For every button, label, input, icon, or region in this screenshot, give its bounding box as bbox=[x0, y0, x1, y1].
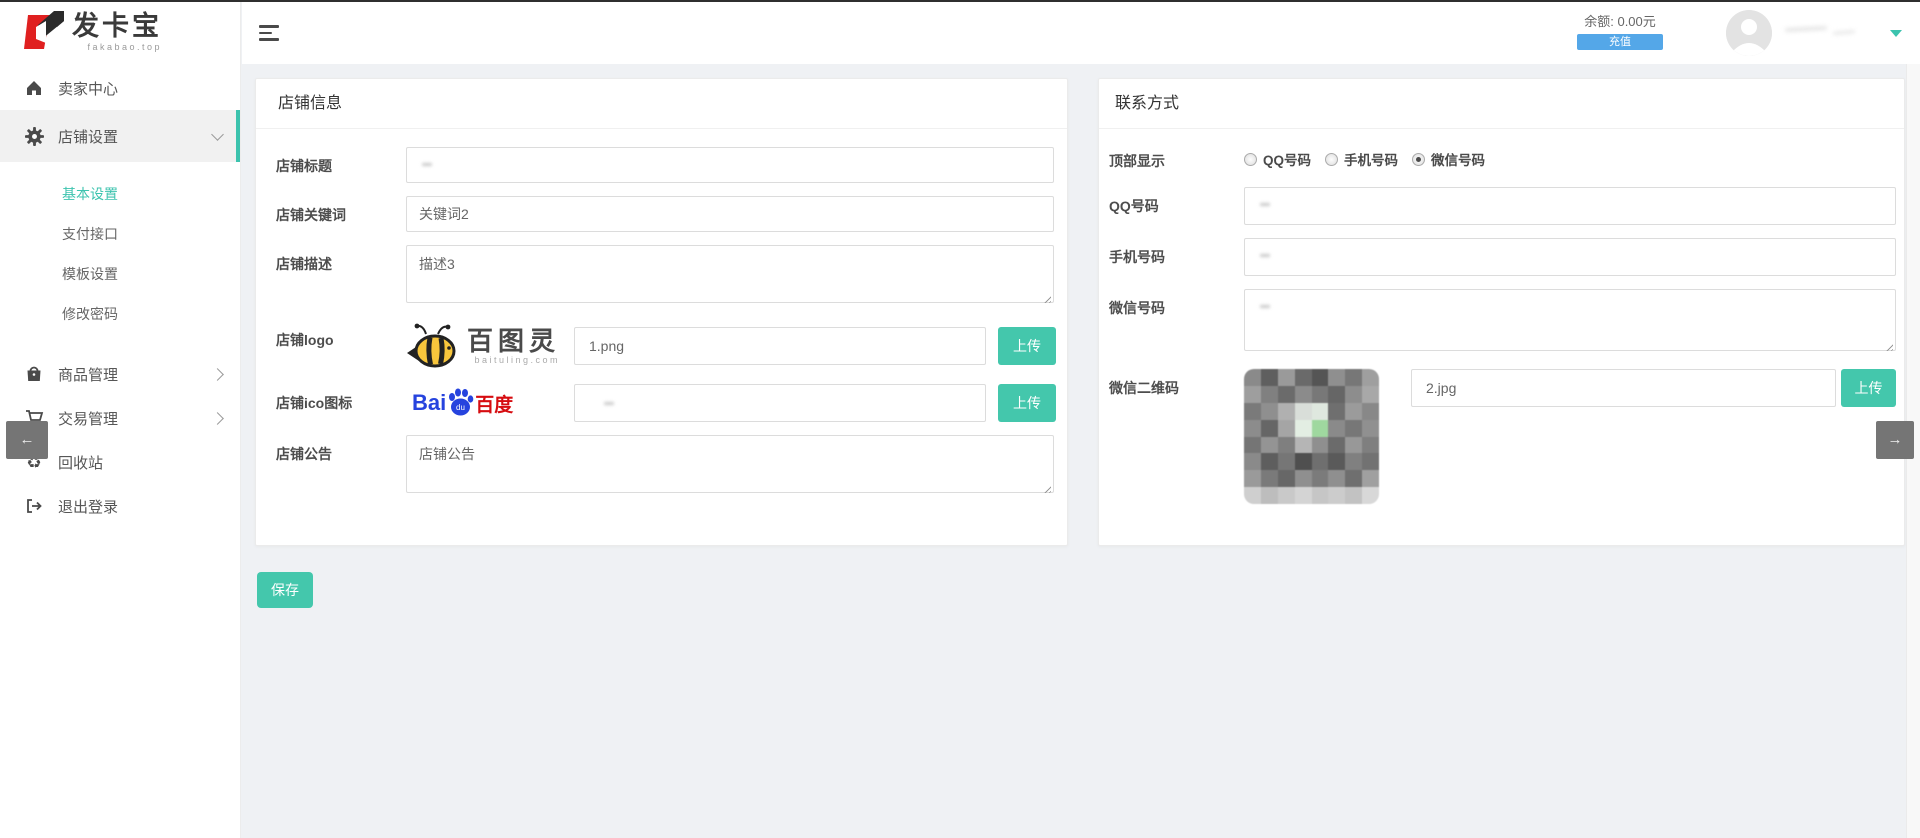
balance-box: 余额: 0.00元 充值 bbox=[1575, 11, 1665, 50]
shop-card-title: 店铺信息 bbox=[256, 79, 1067, 129]
brand-logo[interactable]: 发卡宝 fakabao.top bbox=[0, 0, 240, 62]
username-text bbox=[1785, 24, 1865, 38]
shop-logo-filename-input[interactable] bbox=[574, 327, 986, 365]
topbar: 余额: 0.00元 充值 bbox=[242, 2, 1920, 64]
radio-wechat[interactable] bbox=[1412, 153, 1425, 166]
brand-logo-icon bbox=[24, 9, 64, 53]
chevron-down-icon bbox=[211, 128, 224, 141]
arrow-left-icon: ← bbox=[20, 431, 35, 448]
qq-number-row: QQ号码 bbox=[1109, 187, 1896, 225]
shop-ico-filename-input[interactable] bbox=[574, 384, 986, 422]
sidebar: 发卡宝 fakabao.top 卖家中心 bbox=[0, 0, 241, 838]
brand-domain: fakabao.top bbox=[72, 42, 162, 52]
upload-qrcode-button[interactable]: 上传 bbox=[1841, 369, 1896, 407]
shop-description-textarea[interactable]: 描述3 bbox=[406, 245, 1054, 303]
top-display-row: 顶部显示 QQ号码 手机号码 微信号码 bbox=[1109, 145, 1896, 171]
sidebar-item-seller-center[interactable]: 卖家中心 bbox=[0, 66, 240, 110]
sidebar-subitem-template-settings[interactable]: 模板设置 bbox=[0, 254, 240, 294]
qq-number-input[interactable] bbox=[1244, 187, 1896, 225]
sidebar-item-label: 回收站 bbox=[58, 452, 222, 473]
radio-wechat-label[interactable]: 微信号码 bbox=[1431, 149, 1485, 169]
wechat-qrcode-label: 微信二维码 bbox=[1109, 369, 1244, 504]
sidebar-item-label: 卖家中心 bbox=[58, 78, 222, 99]
shop-info-card: 店铺信息 店铺标题 店铺关键词 店铺描述 描述3 bbox=[255, 78, 1068, 546]
shop-keywords-input[interactable] bbox=[406, 196, 1054, 232]
radio-phone[interactable] bbox=[1325, 153, 1338, 166]
svg-text:du: du bbox=[456, 403, 465, 412]
sidebar-subitem-basic-settings[interactable]: 基本设置 bbox=[0, 174, 240, 214]
phone-number-input[interactable] bbox=[1244, 238, 1896, 276]
window-top-border bbox=[0, 0, 1920, 2]
home-icon bbox=[24, 78, 44, 98]
logout-icon bbox=[24, 496, 44, 516]
balance-text: 余额: 0.00元 bbox=[1575, 11, 1665, 30]
baituling-name: 百图灵 bbox=[467, 327, 560, 355]
wechat-qrcode-image bbox=[1244, 369, 1379, 504]
sidebar-item-label: 商品管理 bbox=[58, 364, 213, 385]
avatar-person-icon bbox=[1726, 10, 1772, 56]
menu-toggle-button[interactable] bbox=[259, 25, 281, 42]
shop-ico-row: 店铺ico图标 Bai du bbox=[276, 384, 1054, 422]
recharge-button[interactable]: 充值 bbox=[1577, 34, 1663, 50]
contact-card-title: 联系方式 bbox=[1099, 79, 1904, 129]
brand-name: 发卡宝 bbox=[72, 11, 162, 41]
wechat-number-label: 微信号码 bbox=[1109, 289, 1244, 356]
shop-title-row: 店铺标题 bbox=[276, 147, 1054, 183]
shop-title-input[interactable] bbox=[406, 147, 1054, 183]
top-display-label: 顶部显示 bbox=[1109, 145, 1244, 171]
baidu-bai-text: Bai bbox=[412, 390, 446, 416]
shop-description-label: 店铺描述 bbox=[276, 245, 406, 308]
shop-ico-preview: Bai du 百度 bbox=[406, 388, 574, 418]
radio-phone-label[interactable]: 手机号码 bbox=[1344, 149, 1398, 169]
chevron-right-icon bbox=[211, 368, 224, 381]
shop-ico-label: 店铺ico图标 bbox=[276, 384, 406, 422]
shop-notice-textarea[interactable]: 店铺公告 bbox=[406, 435, 1054, 493]
save-button[interactable]: 保存 bbox=[257, 572, 313, 608]
shop-logo-row: 店铺logo 百图灵 baituling.com bbox=[276, 321, 1054, 371]
user-avatar[interactable] bbox=[1726, 10, 1772, 56]
phone-number-row: 手机号码 bbox=[1109, 238, 1896, 276]
upload-logo-button[interactable]: 上传 bbox=[998, 327, 1056, 365]
shop-description-row: 店铺描述 描述3 bbox=[276, 245, 1054, 308]
balance-value: 0.00元 bbox=[1617, 14, 1655, 29]
phone-number-label: 手机号码 bbox=[1109, 238, 1244, 276]
dropdown-caret-icon[interactable] bbox=[1890, 30, 1902, 37]
chevron-right-icon bbox=[211, 412, 224, 425]
sidebar-subitem-change-password[interactable]: 修改密码 bbox=[0, 294, 240, 334]
sidebar-item-product-management[interactable]: 商品管理 bbox=[0, 352, 240, 396]
arrow-right-icon: → bbox=[1888, 431, 1903, 448]
baidu-cn-text: 百度 bbox=[475, 390, 513, 417]
bag-icon bbox=[24, 364, 44, 384]
sidebar-item-label: 交易管理 bbox=[58, 408, 213, 429]
sidebar-item-shop-settings[interactable]: 店铺设置 bbox=[0, 110, 240, 162]
contact-card: 联系方式 顶部显示 QQ号码 手机号码 微信号码 QQ号码 bbox=[1098, 78, 1905, 546]
shop-keywords-label: 店铺关键词 bbox=[276, 196, 406, 232]
shop-title-label: 店铺标题 bbox=[276, 147, 406, 183]
baituling-domain: baituling.com bbox=[467, 355, 560, 365]
bee-logo-icon bbox=[406, 321, 460, 371]
qq-number-label: QQ号码 bbox=[1109, 187, 1244, 225]
radio-qq-label[interactable]: QQ号码 bbox=[1263, 149, 1311, 169]
gear-icon bbox=[24, 126, 44, 146]
wechat-qrcode-row: 微信二维码 上传 bbox=[1109, 369, 1896, 504]
baidu-paw-icon: du bbox=[447, 388, 474, 418]
wechat-qrcode-filename-input[interactable] bbox=[1411, 369, 1836, 407]
shop-keywords-row: 店铺关键词 bbox=[276, 196, 1054, 232]
wechat-number-row: 微信号码 bbox=[1109, 289, 1896, 356]
sidebar-item-logout[interactable]: 退出登录 bbox=[0, 484, 240, 528]
scroll-left-button[interactable]: ← bbox=[6, 421, 48, 459]
shop-notice-label: 店铺公告 bbox=[276, 435, 406, 498]
sidebar-item-label: 店铺设置 bbox=[58, 126, 213, 147]
radio-qq[interactable] bbox=[1244, 153, 1257, 166]
upload-ico-button[interactable]: 上传 bbox=[998, 384, 1056, 422]
shop-notice-row: 店铺公告 店铺公告 bbox=[276, 435, 1054, 498]
sidebar-item-label: 退出登录 bbox=[58, 496, 222, 517]
scroll-right-button[interactable]: → bbox=[1876, 421, 1914, 459]
shop-logo-preview: 百图灵 baituling.com bbox=[406, 321, 574, 371]
wechat-number-textarea[interactable] bbox=[1244, 289, 1896, 351]
shop-logo-label: 店铺logo bbox=[276, 321, 406, 371]
sidebar-subitem-payment-api[interactable]: 支付接口 bbox=[0, 214, 240, 254]
balance-label: 余额: bbox=[1584, 14, 1614, 29]
shop-settings-submenu: 基本设置 支付接口 模板设置 修改密码 bbox=[0, 162, 240, 352]
